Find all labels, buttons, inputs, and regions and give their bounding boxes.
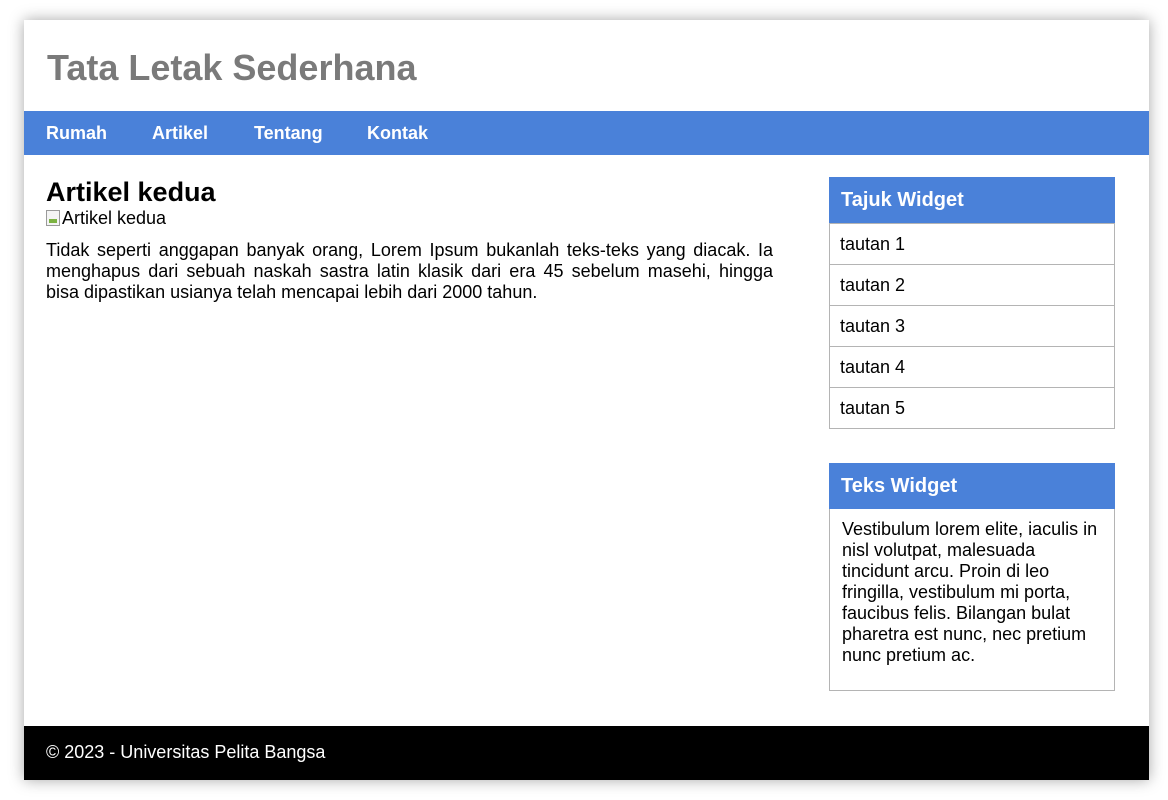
nav-item-artikel[interactable]: Artikel bbox=[152, 111, 208, 155]
site-footer: © 2023 - Universitas Pelita Bangsa bbox=[24, 726, 1149, 780]
article-image-alt-text: Artikel kedua bbox=[62, 207, 167, 228]
main-nav: Rumah Artikel Tentang Kontak bbox=[24, 111, 1149, 155]
article-section: Artikel kedua Artikel kedua Tidak sepert… bbox=[46, 176, 773, 303]
text-widget-body: Vestibulum lorem elite, iaculis in nisl … bbox=[842, 519, 1098, 665]
page-container: Tata Letak Sederhana Rumah Artikel Tenta… bbox=[24, 20, 1149, 780]
nav-item-tentang[interactable]: Tentang bbox=[254, 111, 323, 155]
text-widget-title: Teks Widget bbox=[829, 463, 1115, 509]
widget-link-4[interactable]: tautan 4 bbox=[830, 346, 1114, 387]
links-widget-title: Tajuk Widget bbox=[829, 177, 1115, 223]
site-header: Tata Letak Sederhana bbox=[24, 20, 1149, 111]
widget-link-3[interactable]: tautan 3 bbox=[830, 305, 1114, 346]
site-title: Tata Letak Sederhana bbox=[47, 47, 417, 88]
broken-image-icon bbox=[46, 210, 60, 226]
widget-link-2[interactable]: tautan 2 bbox=[830, 264, 1114, 305]
sidebar: Tajuk Widget tautan 1 tautan 2 tautan 3 … bbox=[829, 177, 1115, 691]
article-image: Artikel kedua bbox=[46, 208, 773, 228]
widget-link-5[interactable]: tautan 5 bbox=[830, 387, 1114, 428]
footer-copyright: © 2023 - Universitas Pelita Bangsa bbox=[46, 742, 326, 762]
nav-item-rumah[interactable]: Rumah bbox=[46, 111, 107, 155]
nav-item-kontak[interactable]: Kontak bbox=[367, 111, 428, 155]
text-widget: Teks Widget Vestibulum lorem elite, iacu… bbox=[829, 463, 1115, 691]
links-widget: Tajuk Widget tautan 1 tautan 2 tautan 3 … bbox=[829, 177, 1115, 429]
widget-link-1[interactable]: tautan 1 bbox=[830, 223, 1114, 264]
article-text: Tidak seperti anggapan banyak orang, Lor… bbox=[46, 240, 773, 302]
article-title: Artikel kedua bbox=[46, 177, 216, 207]
